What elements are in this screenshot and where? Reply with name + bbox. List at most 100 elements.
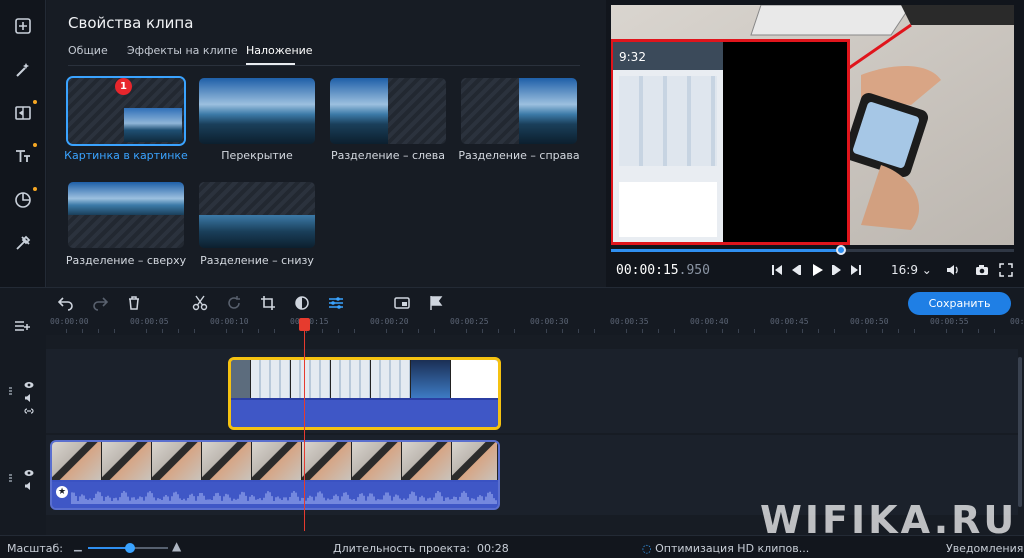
overlay-tile-split-bottom[interactable]: [199, 182, 315, 248]
snapshot-button[interactable]: [973, 262, 991, 278]
delete-button[interactable]: [126, 295, 142, 311]
ruler-minor-tick: [946, 329, 947, 333]
track-visibility-toggle[interactable]: [24, 463, 34, 476]
track-visibility-toggle[interactable]: [24, 375, 34, 388]
overlay-tile-overlap[interactable]: [199, 78, 315, 144]
marker-button[interactable]: [428, 295, 444, 311]
preview-progress-bar[interactable]: [611, 245, 1014, 255]
ruler-minor-tick: [482, 329, 483, 333]
new-dot: [33, 143, 37, 147]
ruler-tick-label: 00:00:30: [530, 317, 569, 326]
pip-overlay-frame[interactable]: 9:32 9:32: [611, 39, 850, 245]
tools-button[interactable]: [7, 227, 39, 259]
pip-icon: [394, 297, 410, 309]
ruler-tick-label: 00:00:10: [210, 317, 249, 326]
play-button[interactable]: [809, 262, 825, 278]
rotate-button[interactable]: [226, 295, 242, 311]
overlay-tile-split-right[interactable]: [461, 78, 577, 144]
titles-icon: [16, 150, 30, 162]
favorite-star-icon[interactable]: ★: [56, 486, 68, 498]
ruler-minor-tick: [386, 329, 387, 333]
zoom-slider-handle[interactable]: [124, 543, 135, 553]
ruler-minor-tick: [722, 329, 723, 333]
ruler-minor-tick: [178, 329, 179, 333]
add-track-button[interactable]: [14, 318, 30, 334]
prev-frame-button[interactable]: [788, 262, 804, 278]
import-button[interactable]: [7, 10, 39, 42]
playhead-line[interactable]: [304, 318, 305, 531]
import-icon: [15, 18, 31, 34]
track-drag-handle[interactable]: [8, 468, 18, 482]
zoom-slider[interactable]: [88, 543, 168, 553]
overlay-tile-split-left[interactable]: [330, 78, 446, 144]
ruler-minor-tick: [738, 329, 739, 333]
next-frame-button[interactable]: [829, 262, 845, 278]
speaker-icon: [25, 482, 30, 490]
pip-button[interactable]: [394, 295, 410, 311]
optimization-status[interactable]: ◌ Оптимизация HD клипов...: [642, 542, 809, 555]
progress-handle[interactable]: [835, 245, 846, 255]
redo-button[interactable]: [92, 295, 109, 311]
track-drag-handle[interactable]: [8, 381, 18, 395]
go-start-button[interactable]: [769, 262, 785, 278]
aspect-ratio-select[interactable]: 16:9 ⌄: [891, 263, 932, 277]
scale-label: Масштаб:: [7, 542, 63, 555]
overlay-tile-split-top[interactable]: [68, 182, 184, 248]
grip-icon: [9, 387, 12, 395]
volume-button[interactable]: [944, 262, 962, 278]
track-link-toggle[interactable]: [24, 401, 34, 414]
tile-label: Разделение – справа: [458, 149, 580, 162]
cut-button[interactable]: [192, 295, 208, 311]
zoom-out-icon[interactable]: ▁: [74, 541, 82, 552]
camera-icon: [976, 265, 988, 275]
tools-icon: [16, 235, 31, 250]
ruler-minor-tick: [594, 329, 595, 333]
ruler-minor-tick: [242, 329, 243, 333]
timecode-main: 00:00:15: [616, 263, 679, 278]
color-adjust-button[interactable]: [294, 295, 310, 311]
undo-icon: [57, 297, 73, 311]
skip-start-icon: [772, 265, 782, 275]
timeline-ruler[interactable]: 00:00:0000:00:0500:00:1000:00:1500:00:20…: [0, 317, 1024, 335]
track-mute-toggle[interactable]: [24, 476, 34, 490]
save-button[interactable]: Сохранить: [908, 292, 1011, 315]
redo-icon: [93, 297, 109, 311]
go-end-button[interactable]: [848, 262, 864, 278]
ruler-minor-tick: [66, 329, 67, 333]
ruler-minor-tick: [418, 329, 419, 333]
overlay-track[interactable]: [46, 349, 1018, 433]
overlay-clip[interactable]: [228, 357, 501, 430]
ruler-tick-label: 00:00:40: [690, 317, 729, 326]
tab-overlay[interactable]: Наложение: [246, 44, 313, 57]
crop-button[interactable]: [260, 295, 276, 311]
tab-clip-effects[interactable]: Эффекты на клипе: [127, 44, 238, 57]
overlay-clip-audio: [231, 400, 498, 427]
grip-icon: [9, 474, 12, 482]
new-dot: [33, 187, 37, 191]
track-mute-toggle[interactable]: [24, 388, 34, 402]
filters-button[interactable]: [7, 54, 39, 86]
ruler-minor-tick: [786, 329, 787, 333]
video-preview[interactable]: 9:32 9:32: [611, 5, 1014, 245]
adjust-icon: [329, 297, 343, 309]
titles-button[interactable]: [7, 140, 39, 172]
zoom-in-icon[interactable]: ▲: [172, 539, 181, 553]
fullscreen-button[interactable]: [997, 262, 1015, 278]
playhead-handle[interactable]: [299, 318, 310, 331]
main-video-clip[interactable]: ★: [50, 440, 500, 510]
undo-button[interactable]: [57, 295, 74, 311]
transitions-button[interactable]: [7, 97, 39, 129]
ruler-minor-tick: [562, 329, 563, 333]
ruler-tick-label: 00:00:25: [450, 317, 489, 326]
timeline-scrollbar[interactable]: [1018, 357, 1022, 507]
ruler-minor-tick: [962, 329, 963, 333]
fullscreen-icon: [999, 263, 1013, 277]
ruler-minor-tick: [514, 329, 515, 333]
tab-general[interactable]: Общие: [68, 44, 108, 57]
notifications-button[interactable]: Уведомления: [946, 542, 1023, 555]
clip-properties-button[interactable]: [328, 295, 344, 311]
play-icon: [813, 264, 823, 276]
ruler-minor-tick: [82, 329, 83, 333]
stickers-button[interactable]: [7, 184, 39, 216]
stickers-icon: [15, 192, 31, 208]
